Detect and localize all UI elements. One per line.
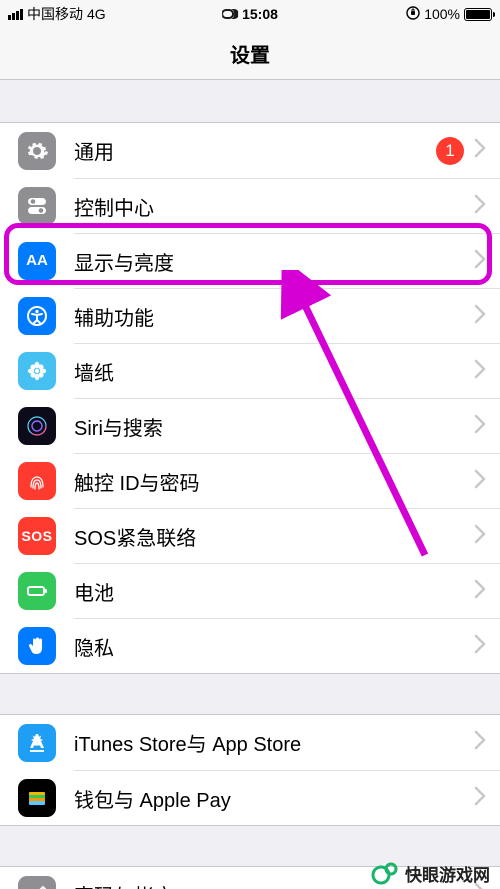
chevron-right-icon [474, 194, 486, 219]
row-label: 钱包与 Apple Pay [74, 784, 474, 813]
accessibility-icon [18, 297, 56, 335]
wallet-icon [18, 779, 56, 817]
hand-icon [18, 627, 56, 665]
nav-header: 设置 [0, 28, 500, 80]
row-privacy[interactable]: 隐私 [0, 618, 500, 673]
sos-glyph: SOS [21, 528, 52, 544]
row-accessibility[interactable]: 辅助功能 [0, 288, 500, 343]
watermark: 快眼游戏网 [371, 859, 490, 887]
row-sos[interactable]: SOS SOS紧急联络 [0, 508, 500, 563]
row-general[interactable]: 通用 1 [0, 123, 500, 178]
toggles-icon [18, 187, 56, 225]
watermark-title: 快眼游戏网 [405, 861, 490, 886]
chevron-right-icon [474, 304, 486, 329]
row-label: 控制中心 [74, 192, 474, 221]
row-wallpaper[interactable]: 墙纸 [0, 343, 500, 398]
status-left: 中国移动 4G [8, 4, 106, 24]
status-center: 15:08 [222, 6, 278, 22]
row-label: SOS紧急联络 [74, 522, 474, 551]
chevron-right-icon [474, 138, 486, 163]
network-label: 4G [87, 6, 106, 22]
siri-icon [18, 407, 56, 445]
row-label: iTunes Store与 App Store [74, 728, 474, 757]
row-display-brightness[interactable]: AA 显示与亮度 [0, 233, 500, 288]
sos-icon: SOS [18, 517, 56, 555]
battery-icon [464, 8, 492, 21]
battery-pct: 100% [424, 6, 460, 22]
chevron-right-icon [474, 249, 486, 274]
hotspot-icon [222, 7, 238, 22]
chevron-right-icon [474, 579, 486, 604]
flower-icon [18, 352, 56, 390]
orientation-lock-icon [406, 6, 420, 23]
status-bar: 中国移动 4G 15:08 100% [0, 0, 500, 28]
battery-icon [18, 572, 56, 610]
aa-glyph: AA [26, 252, 48, 269]
settings-section-1: 通用 1 控制中心 AA 显示与亮度 [0, 122, 500, 674]
chevron-right-icon [474, 730, 486, 755]
row-label: 隐私 [74, 632, 474, 661]
chevron-right-icon [474, 359, 486, 384]
row-wallet[interactable]: 钱包与 Apple Pay [0, 770, 500, 825]
row-label: 辅助功能 [74, 302, 474, 331]
row-label: 显示与亮度 [74, 247, 474, 276]
chevron-right-icon [474, 524, 486, 549]
fingerprint-icon [18, 462, 56, 500]
chevron-right-icon [474, 414, 486, 439]
key-icon [18, 876, 56, 889]
row-label: 通用 [74, 136, 436, 165]
row-label: 电池 [74, 577, 474, 606]
row-touchid[interactable]: 触控 ID与密码 [0, 453, 500, 508]
page-title: 设置 [230, 39, 270, 68]
chevron-right-icon [474, 469, 486, 494]
row-label: 触控 ID与密码 [74, 467, 474, 496]
appstore-icon [18, 724, 56, 762]
text-size-icon: AA [18, 242, 56, 280]
row-control-center[interactable]: 控制中心 [0, 178, 500, 233]
row-label: 墙纸 [74, 357, 474, 386]
row-siri[interactable]: Siri与搜索 [0, 398, 500, 453]
carrier-label: 中国移动 [27, 4, 83, 24]
time-label: 15:08 [242, 6, 278, 22]
gear-icon [18, 132, 56, 170]
screen: 中国移动 4G 15:08 100% 设置 通用 1 [0, 0, 500, 889]
settings-section-2: iTunes Store与 App Store 钱包与 Apple Pay [0, 714, 500, 826]
status-right: 100% [406, 6, 492, 23]
signal-icon [8, 9, 23, 20]
row-label: Siri与搜索 [74, 412, 474, 441]
row-itunes[interactable]: iTunes Store与 App Store [0, 715, 500, 770]
watermark-icon [371, 859, 399, 887]
chevron-right-icon [474, 786, 486, 811]
row-battery[interactable]: 电池 [0, 563, 500, 618]
notification-badge: 1 [436, 137, 464, 165]
chevron-right-icon [474, 634, 486, 659]
